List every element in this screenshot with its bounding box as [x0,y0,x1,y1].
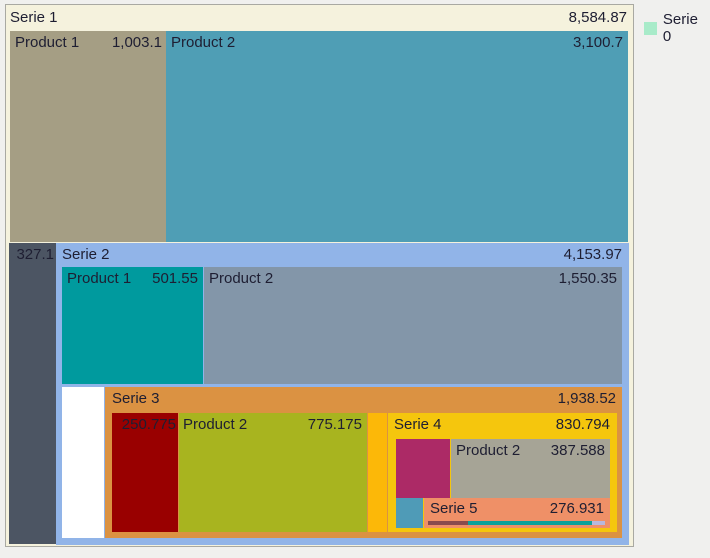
serie1-label: Serie 1 [10,8,58,28]
tile-label: Product 1 [67,269,131,289]
treemap-tile-serie4-small[interactable] [396,439,450,498]
tile-value: 1,003.1 [112,33,162,53]
treemap-node-serie1-header: Serie 1 8,584.87 [10,8,627,28]
treemap-region-serie2[interactable]: Serie 2 4,153.97 Product 1 501.55 Produc… [56,243,629,545]
treemap-region-serie5[interactable]: Serie 5 276.931 [424,498,610,528]
tile-label: Product 1 [15,33,79,53]
treemap-tile-serie1-product2[interactable]: Product 2 3,100.7 [166,31,628,242]
treemap-tile-serie3-small[interactable]: 250.775 [112,413,178,532]
tile-header: Product 2 775.175 [183,415,362,435]
serie3-label: Serie 3 [112,389,160,409]
tile-label: Product 2 [456,441,520,461]
treemap-tile-serie1-product1[interactable]: Product 1 1,003.1 [10,31,166,242]
serie1-value: 8,584.87 [569,8,627,28]
page: { "legend": { "label": "Serie 0" }, "col… [0,0,710,558]
treemap-tile-serie5-child3[interactable] [592,521,605,525]
tile-header: 250.775 [114,415,176,435]
legend-swatch [644,22,657,35]
tile-header: Product 2 387.588 [456,441,605,461]
legend-item-serie0[interactable]: Serie 0 [644,11,710,45]
treemap-region-serie4[interactable]: Serie 4 830.794 Product 2 387.588 [388,413,617,532]
treemap-tile-serie3-sliver[interactable] [368,413,387,532]
tile-value: 250.775 [122,415,176,435]
legend-label: Serie 0 [663,11,710,45]
treemap-tile-serie2-small[interactable] [62,387,104,538]
treemap-node-serie2-header: Serie 2 4,153.97 [62,245,622,265]
serie4-value: 830.794 [556,415,610,435]
treemap-tile-serie4-blue[interactable] [396,498,423,528]
tile-label: Product 2 [171,33,235,53]
serie2-value: 4,153.97 [564,245,622,265]
tile-value: 387.588 [551,441,605,461]
treemap-tile-serie2-product1[interactable]: Product 1 501.55 [62,267,203,384]
tile-header: Product 2 1,550.35 [209,269,617,289]
treemap-panel: Serie 1 8,584.87 Product 1 1,003.1 Produ… [5,4,634,547]
treemap-tile-serie3-product2[interactable]: Product 2 775.175 [179,413,367,532]
tile-value: 501.55 [152,269,198,289]
tile-label: Product 2 [183,415,247,435]
tile-header: 327.1 [11,245,54,265]
treemap-node-serie3-header: Serie 3 1,938.52 [112,389,616,409]
treemap-tile-serie4-product2[interactable]: Product 2 387.588 [451,439,610,498]
serie4-label: Serie 4 [394,415,442,435]
treemap-tile-serie5-child1[interactable] [428,521,468,525]
tile-header: Product 2 3,100.7 [171,33,623,53]
treemap-tile-serie1-small[interactable]: 327.1 [9,243,56,544]
serie2-label: Serie 2 [62,245,110,265]
tile-header: Product 1 501.55 [67,269,198,289]
tile-value: 775.175 [308,415,362,435]
treemap-region-serie3[interactable]: Serie 3 1,938.52 250.775 Product 2 775.1… [105,387,622,538]
serie3-value: 1,938.52 [558,389,616,409]
tile-value: 3,100.7 [573,33,623,53]
tile-label: Product 2 [209,269,273,289]
treemap-tile-serie2-product2[interactable]: Product 2 1,550.35 [204,267,622,384]
tile-value: 1,550.35 [559,269,617,289]
treemap-node-serie5-header: Serie 5 276.931 [430,499,604,519]
treemap-tile-serie5-child2[interactable] [468,521,592,525]
tile-value: 327.1 [16,245,54,265]
treemap-node-serie4-header: Serie 4 830.794 [394,415,610,435]
serie5-value: 276.931 [550,499,604,519]
serie5-label: Serie 5 [430,499,478,519]
tile-header: Product 1 1,003.1 [15,33,162,53]
